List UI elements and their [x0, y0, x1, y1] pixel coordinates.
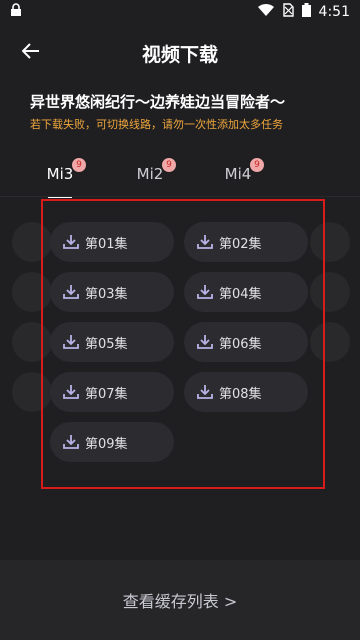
video-title: 异世界悠闲纪行～边养娃边当冒险者～	[30, 93, 286, 111]
episode-pill-edge	[310, 222, 350, 262]
line-tabs: Mi3 9 Mi2 9 Mi4 9	[0, 156, 360, 198]
tab-badge: 9	[250, 158, 264, 172]
download-tip: 若下载失败，可切换线路，请勿一次性添加太多任务	[30, 118, 283, 131]
episode-label: 第04集	[219, 286, 262, 302]
episode-pill-edge	[12, 322, 52, 362]
episode-label: 第09集	[85, 436, 128, 452]
battery-icon	[301, 3, 311, 21]
episode-button-01[interactable]: 第01集	[50, 222, 174, 262]
episode-label: 第06集	[219, 336, 262, 352]
divider	[0, 196, 360, 197]
tab-badge: 9	[72, 158, 86, 172]
tab-mi3[interactable]: Mi3 9	[30, 156, 90, 198]
view-cache-list-button[interactable]: 查看缓存列表 >	[0, 560, 360, 640]
episode-pill-edge	[310, 272, 350, 312]
tab-badge: 9	[162, 158, 176, 172]
download-icon	[63, 234, 79, 250]
download-icon	[197, 234, 213, 250]
download-icon	[197, 334, 213, 350]
page-title: 视频下载	[141, 43, 218, 66]
episode-pill-edge	[12, 222, 52, 262]
episode-pill-edge	[12, 372, 52, 412]
status-bar: 4:51	[0, 0, 360, 24]
download-icon	[63, 384, 79, 400]
episode-button-09[interactable]: 第09集	[50, 422, 174, 462]
arrow-left-icon	[21, 42, 40, 64]
tab-mi4[interactable]: Mi4 9	[208, 156, 268, 192]
episode-button-04[interactable]: 第04集	[184, 272, 308, 312]
no-sim-icon	[282, 3, 294, 21]
wifi-icon	[257, 3, 274, 21]
episode-pill-edge	[310, 322, 350, 362]
tab-label: Mi2	[136, 165, 164, 183]
episode-button-02[interactable]: 第02集	[184, 222, 308, 262]
tab-label: Mi4	[224, 165, 252, 183]
episode-button-08[interactable]: 第08集	[184, 372, 308, 412]
episode-pill-edge	[12, 272, 52, 312]
download-icon	[63, 434, 79, 450]
download-icon	[63, 334, 79, 350]
episode-label: 第03集	[85, 286, 128, 302]
download-icon	[197, 384, 213, 400]
episode-label: 第01集	[85, 236, 128, 252]
video-info: 异世界悠闲纪行～边养娃边当冒险者～ 若下载失败，可切换线路，请勿一次性添加太多任…	[30, 92, 330, 132]
view-cache-list-label: 查看缓存列表 >	[122, 592, 238, 611]
download-icon	[197, 284, 213, 300]
status-time: 4:51	[318, 4, 350, 20]
download-icon	[63, 284, 79, 300]
lock-icon	[10, 3, 22, 21]
episode-label: 第08集	[219, 386, 262, 402]
tab-label: Mi3	[46, 165, 74, 183]
episode-label: 第07集	[85, 386, 128, 402]
episode-label: 第02集	[219, 236, 262, 252]
episode-button-03[interactable]: 第03集	[50, 272, 174, 312]
back-button[interactable]	[16, 38, 46, 68]
episode-button-07[interactable]: 第07集	[50, 372, 174, 412]
tab-mi2[interactable]: Mi2 9	[120, 156, 180, 192]
episode-button-05[interactable]: 第05集	[50, 322, 174, 362]
episode-button-06[interactable]: 第06集	[184, 322, 308, 362]
app-bar: 视频下载	[0, 30, 360, 76]
episode-label: 第05集	[85, 336, 128, 352]
